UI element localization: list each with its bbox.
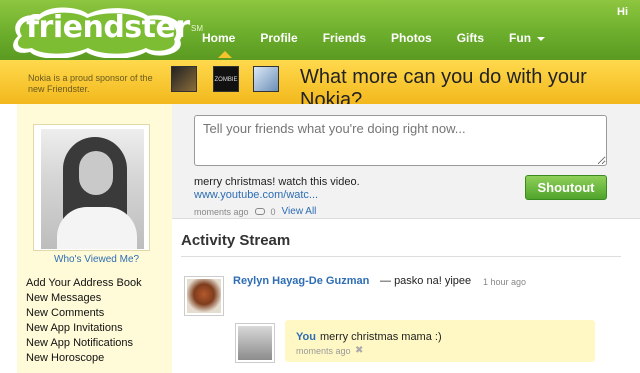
post-time: 1 hour ago [483,277,527,287]
current-status: merry christmas! watch this video. www.y… [194,176,494,202]
chevron-down-icon [537,36,546,41]
sidebar-item-comments[interactable]: New Comments [26,306,142,321]
sidebar-item-address-book[interactable]: Add Your Address Book [26,276,142,291]
nav-profile-label: Profile [260,31,298,45]
current-status-text: merry christmas! watch this video. [194,176,360,188]
comment-time: moments ago [296,346,351,356]
profile-photo[interactable] [41,129,144,249]
status-meta: moments ago 0 View All [194,206,316,217]
post-author-avatar[interactable] [184,276,224,316]
delete-comment-icon[interactable]: ✖ [355,345,363,356]
ad-thumbnail-2[interactable]: ZOMBIE [213,66,239,92]
nav-friends-label: Friends [322,31,367,45]
view-all-link[interactable]: View All [282,206,317,217]
comment-count: 0 [270,206,276,217]
shoutout-button[interactable]: Shoutout [525,175,607,200]
nav-gifts-label: Gifts [456,31,485,45]
nav-home-label: Home [202,31,236,45]
nav-profile[interactable]: Profile [260,31,308,51]
status-input[interactable] [194,115,607,166]
nav-photos-label: Photos [391,31,432,45]
status-time: moments ago [194,206,249,217]
comment-bubble-icon [254,208,265,215]
nav-fun-label: Fun [509,31,532,45]
profile-photo-frame[interactable] [33,124,150,251]
main-nav: Home Profile Friends Photos Gifts Fun [202,31,570,58]
sidebar-item-horoscope[interactable]: New Horoscope [26,351,142,366]
logo-text: friendster [26,10,190,45]
sidebar-item-app-notifications[interactable]: New App Notifications [26,336,142,351]
nav-fun[interactable]: Fun [509,31,556,51]
sidebar-item-messages[interactable]: New Messages [26,291,142,306]
status-video-link[interactable]: www.youtube.com/watc... [194,189,318,201]
post-text: — pasko na! yipee [380,275,471,287]
activity-stream-title: Activity Stream [181,232,291,249]
whos-viewed-me-link[interactable]: Who's Viewed Me? [54,254,139,265]
comment-text: merry christmas mama :) [320,331,442,343]
sidebar-menu: Add Your Address Book New Messages New C… [26,276,142,366]
nav-gifts[interactable]: Gifts [457,31,495,51]
nav-home[interactable]: Home [202,31,246,58]
sidebar-item-app-invitations[interactable]: New App Invitations [26,321,142,336]
ad-thumbnail-3[interactable] [253,66,279,92]
user-greeting: Hi [617,6,628,18]
post-author-name[interactable]: Reylyn Hayag-De Guzman [233,275,369,287]
ad-thumbnail-1[interactable] [171,66,197,92]
sponsor-text: Nokia is a proud sponsor of the new Frie… [28,73,153,94]
section-divider [181,256,621,257]
comment-author-name[interactable]: You [296,331,316,343]
nav-photos[interactable]: Photos [391,31,443,51]
post-message: pasko na! yipee [394,275,472,287]
post-separator: — [380,275,391,287]
comment-author-avatar[interactable] [235,323,275,363]
nav-friends[interactable]: Friends [323,31,377,51]
